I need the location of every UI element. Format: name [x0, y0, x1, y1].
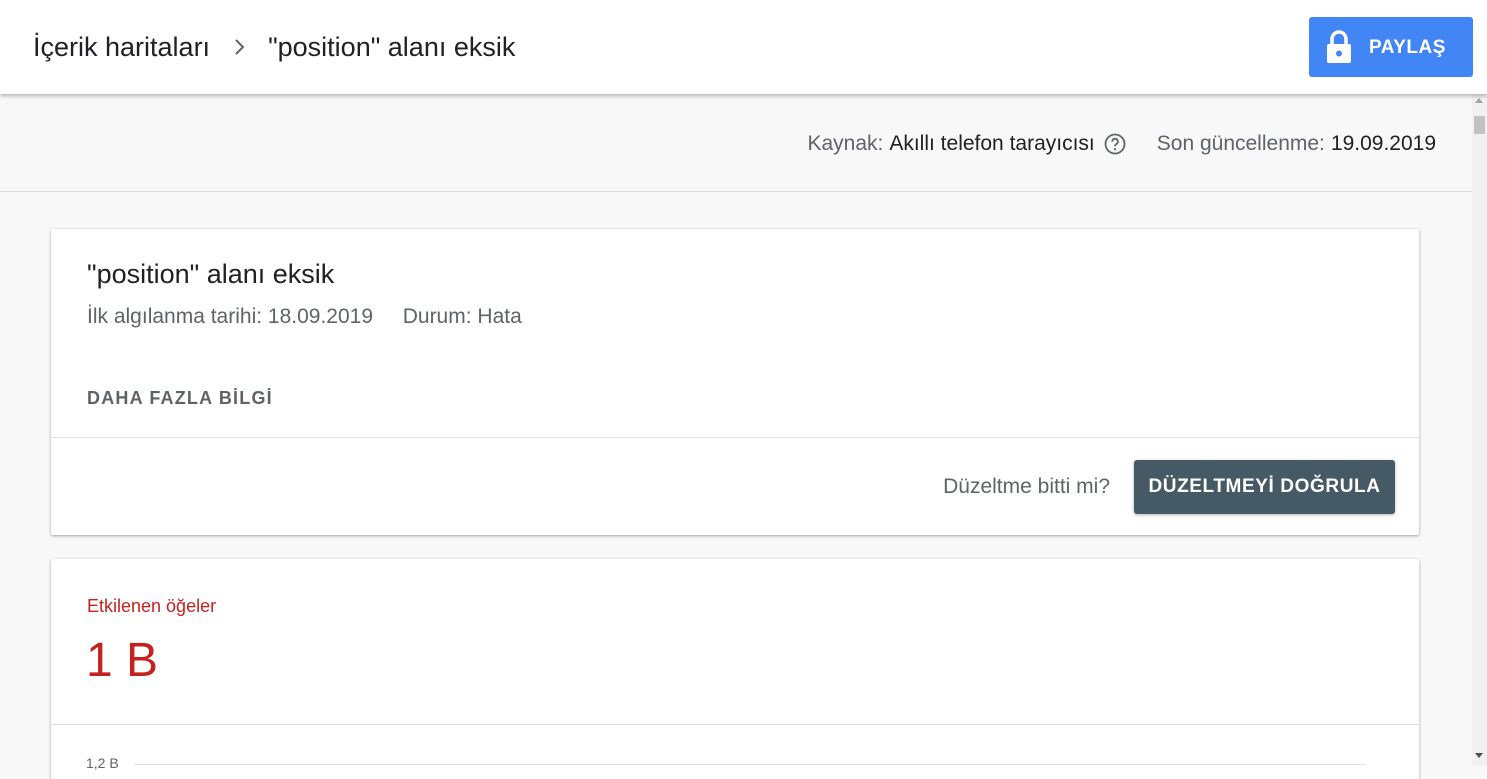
affected-items-count: 1 B — [86, 634, 159, 687]
breadcrumb-parent-link[interactable]: İçerik haritaları — [33, 32, 210, 63]
first-detected-value: 18.09.2019 — [267, 305, 374, 328]
last-updated-label: Son güncellenme: — [1156, 132, 1325, 155]
header-divider — [0, 191, 1472, 192]
scroll-up-arrow-icon[interactable] — [1475, 98, 1483, 103]
issue-subtitle: İlk algılanma tarihi: 18.09.2019 Durum: … — [87, 305, 522, 329]
source-label: Kaynak: — [807, 132, 884, 155]
chart-gridline — [134, 764, 1366, 765]
affected-items-label: Etkilenen öğeler — [87, 596, 217, 616]
card-divider — [51, 724, 1419, 725]
validate-fix-button[interactable]: DÜZELTMEYİ DOĞRULA — [1134, 460, 1395, 514]
fix-question: Düzeltme bitti mi? — [943, 475, 1110, 498]
last-updated-value: 19.09.2019 — [1330, 132, 1436, 155]
vertical-scrollbar[interactable] — [1472, 94, 1487, 766]
more-info-link[interactable]: DAHA FAZLA BİLGİ — [87, 388, 273, 409]
lock-icon — [1325, 30, 1353, 69]
card-divider — [51, 437, 1419, 438]
status-value: Hata — [477, 305, 522, 328]
help-icon[interactable] — [1103, 132, 1127, 156]
top-app-bar: İçerik haritaları "position" alanı eksik… — [0, 0, 1487, 94]
scroll-down-arrow-icon[interactable] — [1475, 753, 1483, 758]
status-label: Durum: — [402, 305, 472, 328]
issue-details-card: "position" alanı eksik İlk algılanma tar… — [51, 229, 1419, 535]
breadcrumb: İçerik haritaları "position" alanı eksik — [33, 30, 515, 64]
first-detected-label: İlk algılanma tarihi: — [87, 305, 263, 328]
issue-title: "position" alanı eksik — [87, 259, 335, 289]
share-button-label: PAYLAŞ — [1369, 37, 1446, 58]
affected-items-card: Etkilenen öğeler 1 B 1,2 B — [51, 559, 1419, 779]
report-meta: Kaynak: Akıllı telefon tarayıcısı Son gü… — [807, 130, 1436, 158]
source-value: Akıllı telefon tarayıcısı — [889, 132, 1095, 155]
chevron-right-icon — [234, 38, 246, 56]
chart-y-tick: 1,2 B — [86, 755, 119, 771]
breadcrumb-current: "position" alanı eksik — [268, 31, 516, 62]
scrollbar-thumb[interactable] — [1474, 116, 1485, 134]
share-button[interactable]: PAYLAŞ — [1309, 17, 1473, 77]
